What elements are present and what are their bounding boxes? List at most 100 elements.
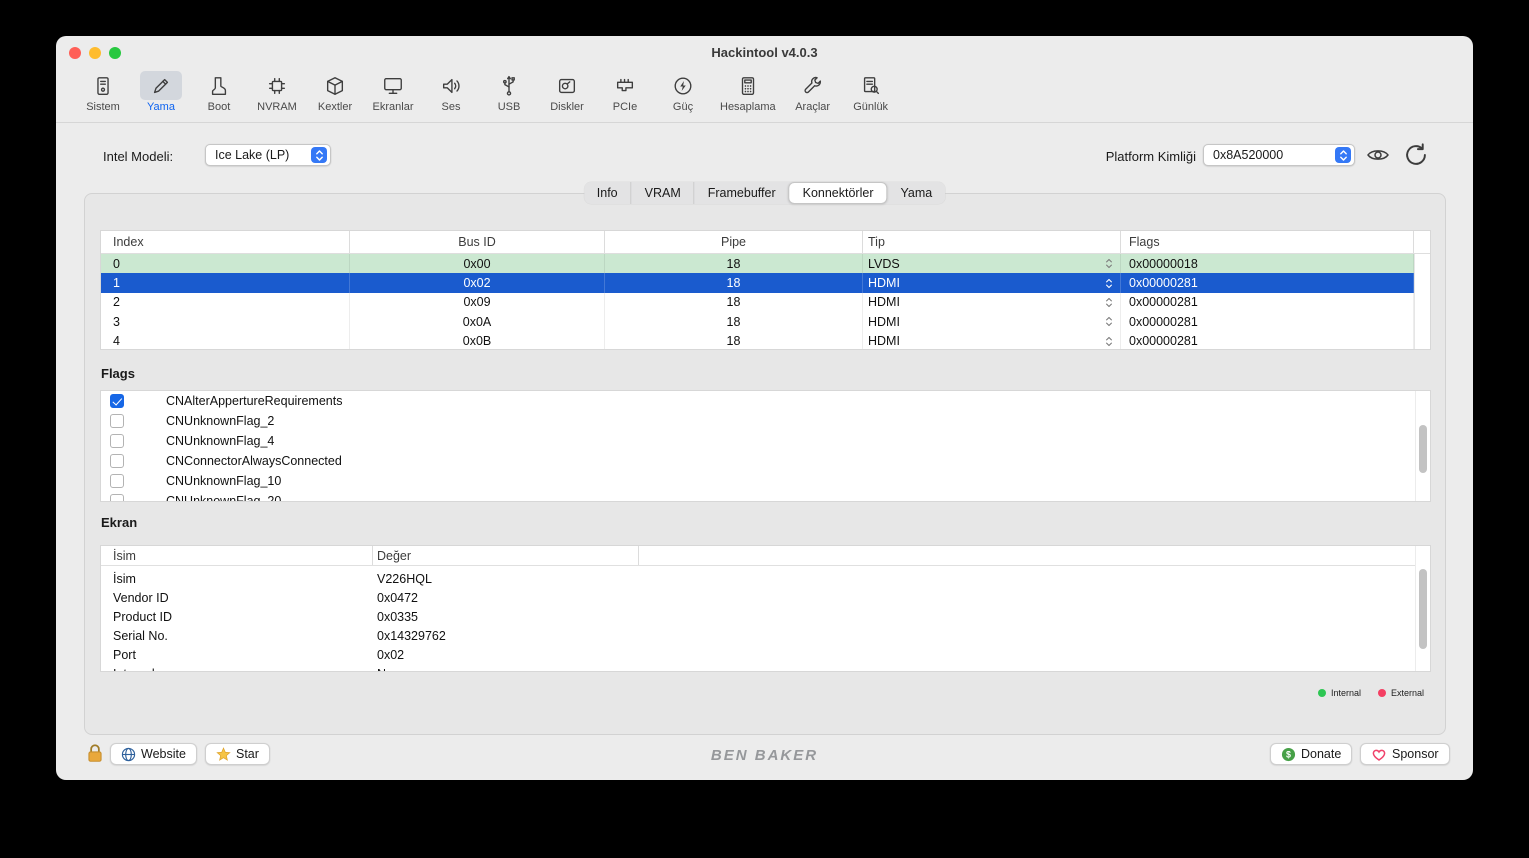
checkbox[interactable] <box>110 494 124 502</box>
toolbar-item-kextler[interactable]: Kextler <box>314 71 356 113</box>
toolbar-label: Sistem <box>86 101 120 113</box>
table-row[interactable]: Serial No. 0x14329762 <box>101 626 1430 645</box>
ekran-table: İsim Değer İsim V226HQL Vendor ID 0x0472… <box>100 545 1431 672</box>
window-title: Hackintool v4.0.3 <box>56 45 1473 60</box>
toolbar-label: Günlük <box>853 101 888 113</box>
stepper-updown-icon[interactable] <box>1105 257 1113 270</box>
tab-bar: Info VRAM Framebuffer Konnektörler Yama <box>584 182 945 204</box>
toolbar-item-usb[interactable]: USB <box>488 71 530 113</box>
table-row[interactable]: Product ID 0x0335 <box>101 607 1430 626</box>
toolbar-label: PCIe <box>613 101 637 113</box>
toolbar-item-guc[interactable]: Güç <box>662 71 704 113</box>
scrollbar-track[interactable] <box>1415 391 1430 501</box>
toolbar-item-sistem[interactable]: Sistem <box>82 71 124 113</box>
stepper-updown-icon[interactable] <box>1105 296 1113 309</box>
toolbar-item-pcie[interactable]: PCIe <box>604 71 646 113</box>
tip-select[interactable]: LVDS <box>863 254 1121 273</box>
tip-select[interactable]: HDMI <box>863 293 1121 312</box>
flag-row[interactable]: CNUnknownFlag_2 <box>101 411 1430 431</box>
header-tip[interactable]: Tip <box>863 231 1121 253</box>
header-index[interactable]: Index <box>101 231 350 253</box>
stepper-updown-icon[interactable] <box>1105 335 1113 348</box>
checkbox[interactable] <box>110 454 124 468</box>
header-bus-id[interactable]: Bus ID <box>350 231 605 253</box>
external-dot-icon <box>1378 689 1386 697</box>
scrollbar-thumb[interactable] <box>1419 569 1427 649</box>
power-icon <box>662 71 704 100</box>
toolbar-item-ses[interactable]: Ses <box>430 71 472 113</box>
platform-id-select[interactable]: 0x8A520000 <box>1203 144 1355 166</box>
tip-select[interactable]: HDMI <box>863 273 1121 292</box>
toolbar-item-gunluk[interactable]: Günlük <box>850 71 892 113</box>
toolbar-item-diskler[interactable]: Diskler <box>546 71 588 113</box>
tab-framebuffer[interactable]: Framebuffer <box>694 182 789 204</box>
toolbar-label: Araçlar <box>795 101 830 113</box>
header-flags[interactable]: Flags <box>1121 231 1414 253</box>
table-row[interactable]: İsim V226HQL <box>101 569 1430 588</box>
flags-list: CNAlterAppertureRequirements CNUnknownFl… <box>100 390 1431 502</box>
checkbox[interactable] <box>110 414 124 428</box>
tab-vram[interactable]: VRAM <box>631 182 694 204</box>
toolbar-label: Güç <box>673 101 693 113</box>
connectors-table: Index Bus ID Pipe Tip Flags 0 0x00 18 LV… <box>100 230 1431 350</box>
header-pipe[interactable]: Pipe <box>605 231 863 253</box>
log-search-icon <box>850 71 892 100</box>
table-row[interactable]: 1 0x02 18 HDMI 0x00000281 <box>101 273 1430 292</box>
tip-select[interactable]: HDMI <box>863 332 1121 350</box>
toolbar-label: Ses <box>442 101 461 113</box>
intel-model-value: Ice Lake (LP) <box>206 148 311 162</box>
checkbox[interactable] <box>110 394 124 408</box>
donate-button[interactable]: $ Donate <box>1270 743 1352 765</box>
table-header: İsim Değer <box>101 546 1430 566</box>
toolbar-item-ekranlar[interactable]: Ekranlar <box>372 71 414 113</box>
legend-internal-label: Internal <box>1331 688 1361 698</box>
boot-icon <box>198 71 240 100</box>
flag-row[interactable]: CNUnknownFlag_10 <box>101 471 1430 491</box>
wrench-icon <box>792 71 834 100</box>
header-isim[interactable]: İsim <box>101 546 373 565</box>
legend-external-label: External <box>1391 688 1424 698</box>
intel-model-select[interactable]: Ice Lake (LP) <box>205 144 331 166</box>
toolbar-item-araclar[interactable]: Araçlar <box>792 71 834 113</box>
system-icon <box>82 71 124 100</box>
tab-info[interactable]: Info <box>584 182 631 204</box>
sponsor-button[interactable]: Sponsor <box>1360 743 1450 765</box>
toolbar: Sistem Yama Boot NVRAM Kextler Ekranlar … <box>56 70 1473 123</box>
table-row[interactable]: 0 0x00 18 LVDS 0x00000018 <box>101 254 1430 273</box>
connector-legend: Internal External <box>1318 688 1424 698</box>
checkbox[interactable] <box>110 474 124 488</box>
flag-row[interactable]: CNAlterAppertureRequirements <box>101 391 1430 411</box>
header-deger[interactable]: Değer <box>373 546 639 565</box>
heart-icon <box>1371 747 1387 762</box>
eye-icon[interactable] <box>1364 144 1392 166</box>
flag-row[interactable]: CNConnectorAlwaysConnected <box>101 451 1430 471</box>
tab-yama[interactable]: Yama <box>887 182 945 204</box>
tab-konnektorler[interactable]: Konnektörler <box>789 182 888 204</box>
table-row[interactable]: Internal No <box>101 664 1430 672</box>
platform-id-value: 0x8A520000 <box>1204 148 1335 162</box>
svg-text:$: $ <box>1286 749 1291 759</box>
table-row[interactable]: Port 0x02 <box>101 645 1430 664</box>
dollar-icon: $ <box>1281 747 1296 762</box>
stepper-updown-icon[interactable] <box>1105 277 1113 290</box>
toolbar-item-boot[interactable]: Boot <box>198 71 240 113</box>
refresh-icon[interactable] <box>1401 140 1431 170</box>
checkbox[interactable] <box>110 434 124 448</box>
table-row[interactable]: 3 0x0A 18 HDMI 0x00000281 <box>101 312 1430 331</box>
tip-select[interactable]: HDMI <box>863 312 1121 331</box>
toolbar-item-yama[interactable]: Yama <box>140 71 182 113</box>
flag-row[interactable]: CNUnknownFlag_20 <box>101 491 1430 502</box>
table-row[interactable]: 4 0x0B 18 HDMI 0x00000281 <box>101 332 1430 350</box>
table-row[interactable]: Vendor ID 0x0472 <box>101 588 1430 607</box>
flag-row[interactable]: CNUnknownFlag_4 <box>101 431 1430 451</box>
scrollbar-thumb[interactable] <box>1419 425 1427 473</box>
table-row[interactable]: 2 0x09 18 HDMI 0x00000281 <box>101 293 1430 312</box>
scrollbar-track[interactable] <box>1414 254 1430 349</box>
stepper-updown-icon[interactable] <box>1105 315 1113 328</box>
pcie-card-icon <box>604 71 646 100</box>
toolbar-item-hesaplama[interactable]: Hesaplama <box>720 71 776 113</box>
toolbar-item-nvram[interactable]: NVRAM <box>256 71 298 113</box>
scrollbar-track[interactable] <box>1415 546 1430 671</box>
calculator-icon <box>727 71 769 100</box>
toolbar-label: Hesaplama <box>720 101 776 113</box>
